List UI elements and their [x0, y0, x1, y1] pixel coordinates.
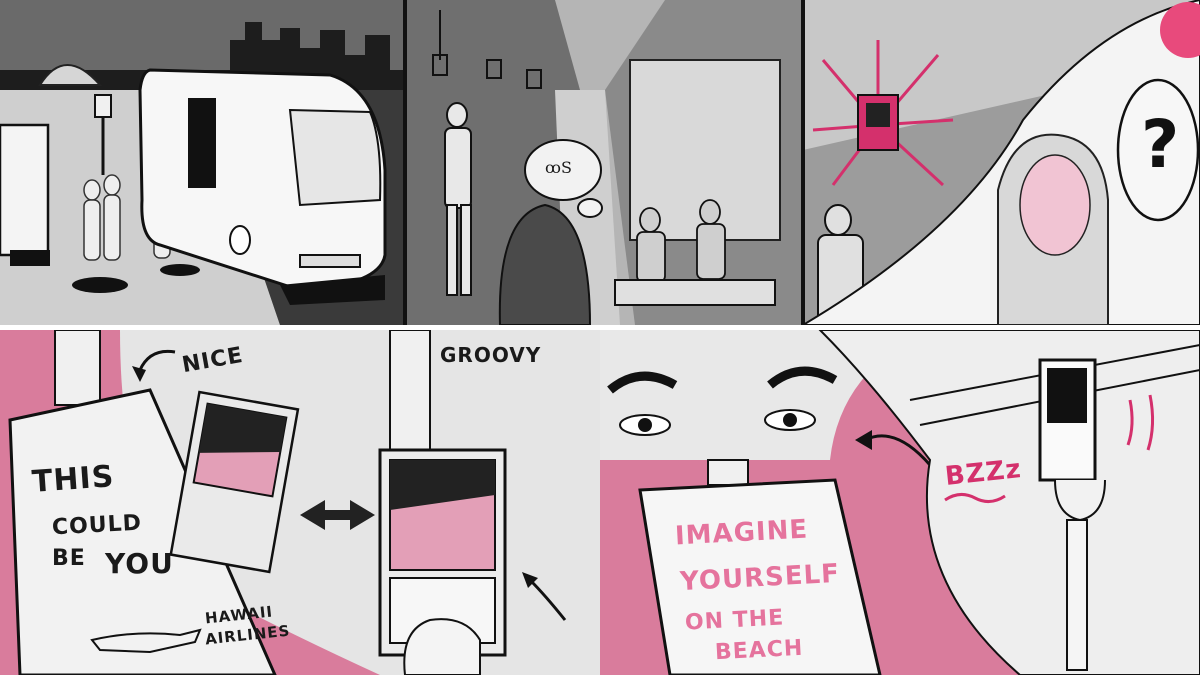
question-mark: ? — [1141, 106, 1180, 183]
buzz-sound: BZZz — [943, 454, 1024, 492]
subway-scene — [405, 0, 803, 325]
label-groovy: GROOVY — [440, 343, 542, 367]
bus-stop-scene — [0, 0, 405, 325]
panel-divider-vertical-1 — [403, 0, 407, 325]
panel-hawaii-ad: THIS COULD BE YOU HAWAII AIRLINES NICE G… — [0, 330, 600, 675]
thought-doodle: ꝏS — [545, 158, 572, 177]
ad-line-be: BE — [52, 546, 86, 571]
ad-line-could: COULD — [51, 510, 143, 541]
panel-screen-reveal: ? — [803, 0, 1200, 325]
panel-subway: ꝏS — [405, 0, 803, 325]
beach-ad-beach: BEACH — [714, 635, 804, 666]
panel-divider-vertical-2 — [801, 0, 805, 325]
beach-ad-imagine: IMAGINE — [674, 514, 809, 552]
panel-divider-horizontal — [0, 325, 1200, 330]
ad-line-this: THIS — [30, 459, 116, 500]
panel-bus-stop — [0, 0, 405, 325]
hawaii-ad-scene — [0, 330, 600, 675]
beach-ad-yourself: YOURSELF — [679, 558, 841, 598]
ad-line-you: YOU — [105, 547, 174, 580]
panel-beach-ad: IMAGINE YOURSELF ON THE BEACH BZZz — [600, 330, 1200, 675]
beach-ad-on-the: ON THE — [684, 605, 785, 636]
